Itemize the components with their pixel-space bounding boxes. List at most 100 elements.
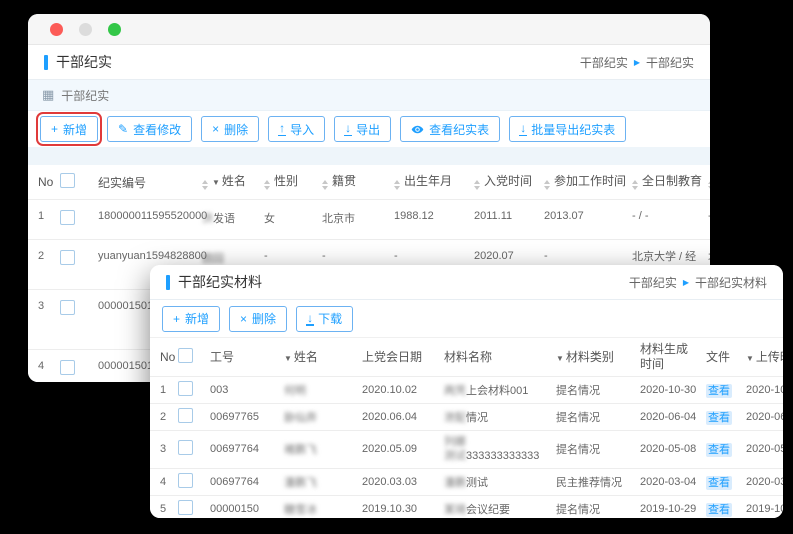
table-grid-icon: ▦ bbox=[42, 87, 54, 103]
cell-meeting-date: 2020.10.02 bbox=[362, 384, 417, 396]
cell-birth: - bbox=[394, 250, 398, 262]
row-checkbox[interactable] bbox=[178, 473, 193, 488]
col-upload-time: 上传时间 bbox=[756, 350, 783, 364]
batch-export-icon: ↓ bbox=[520, 122, 526, 136]
view-record-table-button[interactable]: 查看纪实表 bbox=[400, 116, 500, 142]
window-cadre-materials: 干部纪实材料 干部纪实 ▶ 干部纪实材料 + 新增 × 删除 ↓ 下载 No bbox=[150, 265, 783, 518]
cell-material-redacted: 列娜 bbox=[444, 436, 466, 448]
table-row: 4 00697764 潘鹏飞 2020.03.03 潘鹏测试 民主推荐情况 20… bbox=[150, 468, 783, 495]
filter-icon[interactable]: ▼ bbox=[212, 178, 220, 187]
col-origin: 籍贯 bbox=[332, 174, 356, 188]
row-checkbox[interactable] bbox=[60, 250, 75, 265]
row-checkbox[interactable] bbox=[60, 360, 75, 375]
maximize-window-button[interactable] bbox=[108, 23, 121, 36]
col-meeting-date: 上党会日期 bbox=[362, 350, 422, 364]
table-row: 3 00697764 褚鹏飞 2020.05.09 列娜 测试333333333… bbox=[150, 431, 783, 469]
cell-generated: 2020-05-08 bbox=[640, 443, 696, 455]
page-header: 干部纪实 干部纪实 ▶ 干部纪实 bbox=[28, 45, 710, 80]
cell-material: 会议纪要 bbox=[466, 504, 510, 516]
col-employee-id: 工号 bbox=[210, 350, 234, 364]
view-file-link[interactable]: 查看 bbox=[706, 384, 732, 398]
cell-upload-time: 2020-10-30 17:18:12 bbox=[746, 384, 783, 396]
cell-no: 3 bbox=[160, 443, 166, 455]
cell-generated: 2019-10-29 bbox=[640, 503, 696, 515]
close-window-button[interactable] bbox=[50, 23, 63, 36]
row-checkbox[interactable] bbox=[178, 500, 193, 515]
minimize-window-button[interactable] bbox=[79, 23, 92, 36]
col-birth: 出生年月 bbox=[404, 174, 452, 188]
batch-export-button[interactable]: ↓ 批量导出纪实表 bbox=[509, 116, 626, 142]
cell-fulltime-edu: - / - bbox=[632, 210, 649, 222]
add-button-label: 新增 bbox=[185, 310, 209, 327]
import-button-label: 导入 bbox=[290, 121, 314, 138]
delete-button[interactable]: × 删除 bbox=[229, 306, 287, 332]
col-material-name: 材料名称 bbox=[444, 350, 492, 364]
download-icon: ↓ bbox=[307, 312, 313, 326]
cadre-materials-table: No 工号 ▼姓名 上党会日期 材料名称 ▼材料类别 材料生成时间 文件 ▼上传… bbox=[150, 338, 783, 518]
add-button-label: 新增 bbox=[63, 121, 87, 138]
breadcrumb-parent[interactable]: 干部纪实 bbox=[580, 54, 628, 71]
cell-meeting-date: 2019.10.30 bbox=[362, 503, 417, 515]
sort-icon[interactable] bbox=[544, 177, 550, 193]
row-checkbox[interactable] bbox=[60, 300, 75, 315]
cell-upload-time: 2020-06-04 16:59:51 bbox=[746, 411, 783, 423]
row-checkbox[interactable] bbox=[60, 210, 75, 225]
cell-material-redacted: 两凭 bbox=[444, 385, 466, 397]
sort-icon[interactable] bbox=[202, 177, 208, 193]
filter-icon[interactable]: ▼ bbox=[284, 354, 292, 363]
select-all-checkbox[interactable] bbox=[178, 348, 193, 363]
col-name: 姓名 bbox=[294, 350, 318, 364]
view-file-link[interactable]: 查看 bbox=[706, 503, 732, 517]
view-file-link[interactable]: 查看 bbox=[706, 476, 732, 490]
sort-icon[interactable] bbox=[264, 177, 270, 193]
select-all-checkbox[interactable] bbox=[60, 173, 75, 188]
add-button[interactable]: + 新增 bbox=[40, 116, 98, 142]
cell-work-date: 2013.07 bbox=[544, 210, 584, 222]
sort-icon[interactable] bbox=[394, 177, 400, 193]
cell-name-redacted: 褚鹏飞 bbox=[284, 444, 317, 456]
import-icon: ↑ bbox=[279, 122, 285, 136]
cell-material-redacted: 泄配 bbox=[444, 412, 466, 424]
add-button[interactable]: + 新增 bbox=[162, 306, 220, 332]
row-checkbox[interactable] bbox=[178, 408, 193, 423]
filter-icon[interactable]: ▼ bbox=[556, 354, 564, 363]
cell-category: 提名情况 bbox=[556, 444, 600, 456]
cell-gender: - bbox=[264, 250, 268, 262]
sort-icon[interactable] bbox=[474, 177, 480, 193]
view-edit-button[interactable]: ✎ 查看修改 bbox=[107, 116, 192, 142]
cell-employee-id: 00697765 bbox=[210, 411, 259, 423]
cell-party-date: 2011.11 bbox=[474, 210, 512, 222]
cell-category: 提名情况 bbox=[556, 504, 600, 516]
breadcrumb-parent[interactable]: 干部纪实 bbox=[629, 274, 677, 291]
col-gender: 性别 bbox=[274, 174, 298, 188]
cell-material: 测试 bbox=[466, 477, 488, 489]
sort-icon[interactable] bbox=[708, 177, 710, 193]
table-row: 1 180000011595520000 洪发语 女 北京市 1988.12 2… bbox=[28, 200, 710, 240]
row-checkbox[interactable] bbox=[178, 440, 193, 455]
view-file-link[interactable]: 查看 bbox=[706, 443, 732, 457]
table-row: 1 003 何明 2020.10.02 两凭上会材料001 提名情况 2020-… bbox=[150, 377, 783, 404]
cell-no: 5 bbox=[160, 503, 166, 515]
row-checkbox[interactable] bbox=[178, 381, 193, 396]
download-button[interactable]: ↓ 下载 bbox=[296, 306, 353, 332]
col-no: No bbox=[38, 175, 53, 189]
cell-no: 2 bbox=[160, 411, 166, 423]
cell-record-id: 180000011595520000 bbox=[98, 210, 207, 222]
sort-icon[interactable] bbox=[322, 177, 328, 193]
cell-name-redacted: 胁仙弃 bbox=[284, 412, 317, 424]
col-generated-time: 材料生成时间 bbox=[640, 342, 688, 371]
import-button[interactable]: ↑ 导入 bbox=[268, 116, 325, 142]
cell-employee-id: 003 bbox=[210, 384, 228, 396]
view-file-link[interactable]: 查看 bbox=[706, 411, 732, 425]
cell-material: 上会材料001 bbox=[466, 385, 528, 397]
cell-name-redacted: 潘鹏飞 bbox=[284, 477, 317, 489]
delete-button[interactable]: × 删除 bbox=[201, 116, 259, 142]
cell-onjob-edu: - / - bbox=[708, 210, 710, 222]
batch-export-label: 批量导出纪实表 bbox=[531, 121, 615, 138]
cell-name-redacted: 圆园 bbox=[202, 253, 224, 265]
page-title: 干部纪实材料 bbox=[178, 272, 262, 292]
filter-icon[interactable]: ▼ bbox=[746, 354, 754, 363]
export-button[interactable]: ↓ 导出 bbox=[334, 116, 391, 142]
sort-icon[interactable] bbox=[632, 177, 638, 193]
cell-no: 4 bbox=[160, 476, 166, 488]
